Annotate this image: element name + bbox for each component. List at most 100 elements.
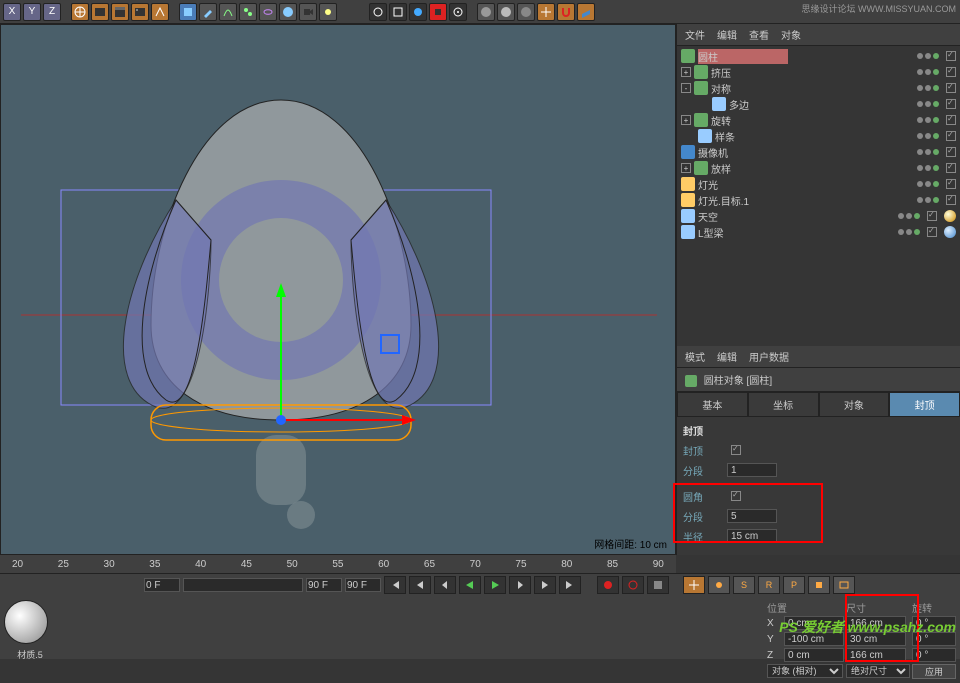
radius-input[interactable] xyxy=(727,529,777,543)
sphere2-icon[interactable] xyxy=(497,3,515,21)
tab-cap[interactable]: 封顶 xyxy=(889,392,960,417)
3d-viewport[interactable]: 网格间距: 10 cm xyxy=(0,24,676,555)
nurbs-icon[interactable] xyxy=(219,3,237,21)
menu-edit[interactable]: 编辑 xyxy=(717,27,737,42)
visibility-toggle[interactable] xyxy=(946,67,956,77)
visibility-toggle[interactable] xyxy=(946,147,956,157)
sphere3-icon[interactable] xyxy=(517,3,535,21)
apply-button[interactable]: 应用 xyxy=(912,664,956,679)
tab-basic[interactable]: 基本 xyxy=(677,392,748,417)
scale-key-icon[interactable]: S xyxy=(733,576,755,594)
plane-icon[interactable] xyxy=(577,3,595,21)
light-icon[interactable] xyxy=(319,3,337,21)
array-icon[interactable] xyxy=(239,3,257,21)
hierarchy-item[interactable]: 多边 xyxy=(681,96,956,112)
visibility-toggle[interactable] xyxy=(946,115,956,125)
seg-input[interactable] xyxy=(727,463,777,477)
tree-toggle-icon[interactable]: + xyxy=(681,115,691,125)
key-sel-icon[interactable] xyxy=(647,576,669,594)
axis-icon[interactable] xyxy=(537,3,555,21)
clapper-icon[interactable] xyxy=(111,3,129,21)
tree-toggle-icon[interactable]: - xyxy=(681,83,691,93)
hierarchy-item[interactable]: 样条 xyxy=(681,128,956,144)
hierarchy-item[interactable]: L型梁 xyxy=(681,224,956,240)
pen-icon[interactable] xyxy=(199,3,217,21)
cube-icon[interactable] xyxy=(179,3,197,21)
prev-frame-icon[interactable] xyxy=(434,576,456,594)
visibility-toggle[interactable] xyxy=(927,211,937,221)
goto-end-icon[interactable] xyxy=(559,576,581,594)
render-settings-icon[interactable] xyxy=(449,3,467,21)
material-tag-icon[interactable] xyxy=(944,210,956,222)
move-icon[interactable] xyxy=(683,576,705,594)
tab-coord[interactable]: 坐标 xyxy=(748,392,819,417)
render-active-icon[interactable] xyxy=(409,3,427,21)
timeline-cur[interactable] xyxy=(306,578,342,592)
visibility-toggle[interactable] xyxy=(946,195,956,205)
timeline-track[interactable] xyxy=(183,578,303,592)
film-icon[interactable] xyxy=(91,3,109,21)
rot-z-input[interactable] xyxy=(912,648,956,662)
tree-toggle-icon[interactable]: + xyxy=(681,163,691,173)
render-icon[interactable] xyxy=(369,3,387,21)
hierarchy-item[interactable]: +挤压 xyxy=(681,64,956,80)
visibility-toggle[interactable] xyxy=(946,99,956,109)
globe-icon[interactable] xyxy=(71,3,89,21)
deform-icon[interactable] xyxy=(259,3,277,21)
film2-icon[interactable] xyxy=(131,3,149,21)
visibility-toggle[interactable] xyxy=(946,163,956,173)
hierarchy-item[interactable]: -对称 xyxy=(681,80,956,96)
hierarchy-item[interactable]: 灯光.目标.1 xyxy=(681,192,956,208)
autokey-icon[interactable] xyxy=(622,576,644,594)
tab-object[interactable]: 对象 xyxy=(819,392,890,417)
pos-z-input[interactable] xyxy=(784,648,844,662)
record-icon[interactable] xyxy=(597,576,619,594)
hierarchy-item[interactable]: 摄像机 xyxy=(681,144,956,160)
hierarchy-item[interactable]: 灯光 xyxy=(681,176,956,192)
param-key-icon[interactable]: P xyxy=(783,576,805,594)
fillet-checkbox[interactable] xyxy=(731,491,741,501)
axis-x-button[interactable]: X xyxy=(3,3,21,21)
tree-toggle-icon[interactable]: + xyxy=(681,67,691,77)
menu-object[interactable]: 对象 xyxy=(781,27,801,42)
visibility-toggle[interactable] xyxy=(946,51,956,61)
hierarchy-item[interactable]: +旋转 xyxy=(681,112,956,128)
hierarchy-item[interactable]: +放样 xyxy=(681,160,956,176)
camera-icon[interactable] xyxy=(299,3,317,21)
menu-view[interactable]: 查看 xyxy=(749,27,769,42)
fseg-input[interactable] xyxy=(727,509,777,523)
material-slot[interactable]: 材质.5 xyxy=(0,596,60,683)
pla-key-icon[interactable] xyxy=(808,576,830,594)
hierarchy-item[interactable]: 圆柱 xyxy=(681,48,956,64)
magnet-icon[interactable] xyxy=(557,3,575,21)
rot-key-icon[interactable]: R xyxy=(758,576,780,594)
goto-start-icon[interactable] xyxy=(384,576,406,594)
render-pv-icon[interactable] xyxy=(429,3,447,21)
visibility-toggle[interactable] xyxy=(927,227,937,237)
sphere1-icon[interactable] xyxy=(477,3,495,21)
render-region-icon[interactable] xyxy=(389,3,407,21)
snap-icon[interactable] xyxy=(151,3,169,21)
attr-mode[interactable]: 模式 xyxy=(685,349,705,364)
object-hierarchy[interactable]: 圆柱+挤压-对称多边+旋转样条摄像机+放样灯光灯光.目标.1天空L型梁 xyxy=(677,46,960,346)
timeline-start[interactable] xyxy=(144,578,180,592)
material-tag-icon[interactable] xyxy=(944,226,956,238)
next-frame-icon[interactable] xyxy=(509,576,531,594)
cap-checkbox[interactable] xyxy=(731,445,741,455)
menu-file[interactable]: 文件 xyxy=(685,27,705,42)
obj-mode-select[interactable]: 对象 (相对) xyxy=(767,664,843,678)
hud-icon[interactable] xyxy=(833,576,855,594)
axis-z-button[interactable]: Z xyxy=(43,3,61,21)
size-z-input[interactable] xyxy=(846,648,906,662)
play-back-icon[interactable] xyxy=(459,576,481,594)
timeline-end[interactable] xyxy=(345,578,381,592)
visibility-toggle[interactable] xyxy=(946,179,956,189)
axis-y-button[interactable]: Y xyxy=(23,3,41,21)
attr-edit[interactable]: 编辑 xyxy=(717,349,737,364)
pos-key-icon[interactable] xyxy=(708,576,730,594)
sky-icon[interactable] xyxy=(279,3,297,21)
play-icon[interactable] xyxy=(484,576,506,594)
hierarchy-item[interactable]: 天空 xyxy=(681,208,956,224)
prev-key-icon[interactable] xyxy=(409,576,431,594)
visibility-toggle[interactable] xyxy=(946,83,956,93)
